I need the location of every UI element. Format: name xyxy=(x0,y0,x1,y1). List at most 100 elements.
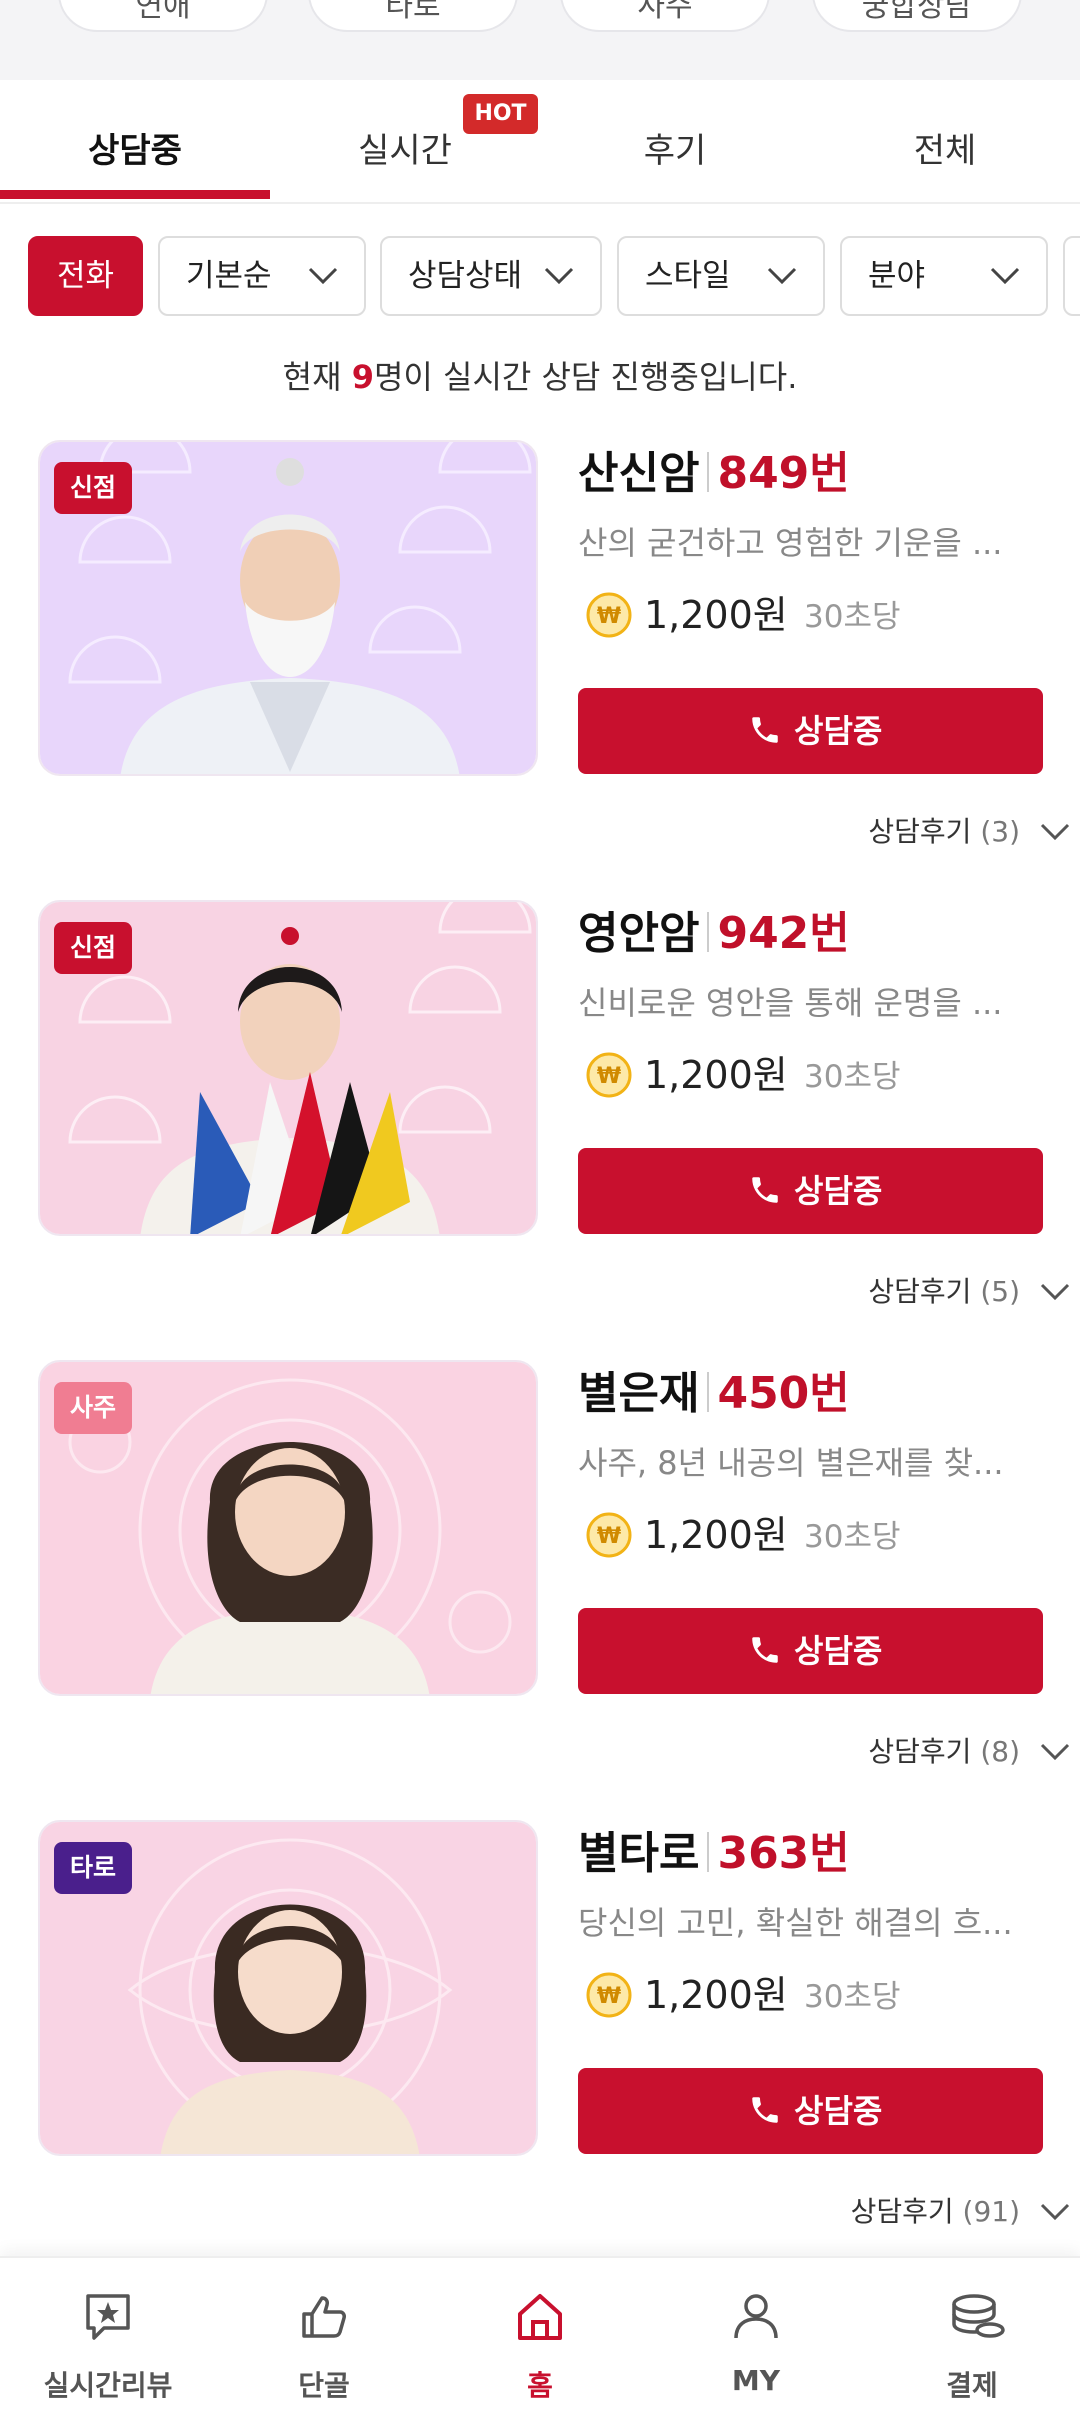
counselor-card[interactable]: 사주 별은재 450번 사주, 8년 내공의 별은재를 찾... ₩ 1,200원… xyxy=(0,1360,1080,1820)
counselor-name: 영안암 942번 xyxy=(578,908,850,959)
thumbs-up-icon xyxy=(302,2296,346,2338)
tab-all[interactable]: 전체 xyxy=(810,80,1080,202)
review-count: (3) xyxy=(980,815,1020,848)
counselor-photo[interactable]: 신점 xyxy=(38,440,538,776)
svg-text:₩: ₩ xyxy=(597,1984,621,2009)
won-coin-icon: ₩ xyxy=(586,592,632,638)
home-icon xyxy=(518,2294,562,2340)
counselor-name: 산신암 849번 xyxy=(578,448,850,499)
nav-my[interactable]: MY xyxy=(648,2258,864,2424)
svg-text:₩: ₩ xyxy=(597,1064,621,1089)
svg-text:₩: ₩ xyxy=(597,1524,621,1549)
review-count: (5) xyxy=(980,1275,1020,1308)
category-pill[interactable]: 타로 xyxy=(308,0,518,32)
review-toggle[interactable]: 상담후기 (91) xyxy=(851,2188,1070,2236)
review-toggle[interactable]: 상담후기 (8) xyxy=(868,1728,1070,1776)
phone-icon xyxy=(752,717,778,743)
category-badge: 사주 xyxy=(54,1382,133,1434)
chevron-down-icon xyxy=(1040,2203,1070,2221)
review-count: (8) xyxy=(980,1735,1020,1768)
chevron-down-icon xyxy=(990,267,1020,285)
counselor-card[interactable]: 타로 별타로 363번 당신의 고민, 확실한 해결의 흐... ₩ 1,200원… xyxy=(0,1820,1080,2280)
phone-filter-label: 전화 xyxy=(56,258,115,294)
category-pill-strip: 연애 타로 사주 궁합상담 xyxy=(0,0,1080,80)
phone-filter-button[interactable]: 전화 xyxy=(28,236,143,316)
counselor-description: 사주, 8년 내공의 별은재를 찾... xyxy=(578,1444,1004,1482)
category-badge: 타로 xyxy=(54,1842,133,1894)
price-value: 1,200원 xyxy=(644,1053,788,1097)
field-dropdown[interactable]: 분야 xyxy=(840,236,1048,316)
nav-label: 결제 xyxy=(946,2369,998,2402)
category-pill[interactable]: 궁합상담 xyxy=(812,0,1022,32)
counselor-name: 별타로 363번 xyxy=(578,1828,850,1879)
counselor-photo[interactable]: 사주 xyxy=(38,1360,538,1696)
price-value: 1,200원 xyxy=(644,1513,788,1557)
nav-payment[interactable]: 결제 xyxy=(864,2258,1080,2424)
tab-bar: 상담중 실시간 후기 전체 xyxy=(0,80,1080,204)
price-value: 1,200원 xyxy=(644,593,788,637)
review-toggle[interactable]: 상담후기 (5) xyxy=(868,1268,1070,1316)
price-unit: 30초당 xyxy=(804,1519,901,1555)
nav-home[interactable]: 홈 xyxy=(432,2258,648,2424)
filter-bar: 전화 기본순 상담상태 스타일 분야 xyxy=(0,236,1080,320)
tab-reviews[interactable]: 후기 xyxy=(540,80,810,202)
field-dropdown-label: 분야 xyxy=(868,258,926,294)
sort-dropdown-label: 기본순 xyxy=(186,258,272,294)
consult-status-button[interactable]: 상담중 xyxy=(578,1608,1043,1694)
counselor-code: 942번 xyxy=(717,908,850,959)
live-count: 9 xyxy=(351,358,374,396)
consult-status-button[interactable]: 상담중 xyxy=(578,1148,1043,1234)
coins-icon xyxy=(952,2294,1005,2338)
star-chat-icon xyxy=(86,2294,130,2340)
counselor-card[interactable]: 신점 영안암 942번 신비로운 영안을 통해 운명을 ... ₩ 1,200원 … xyxy=(0,900,1080,1360)
tab-consulting[interactable]: 상담중 xyxy=(0,80,270,202)
consult-status-label: 상담중 xyxy=(794,1632,883,1670)
chevron-down-icon xyxy=(1040,823,1070,841)
counselor-description: 당신의 고민, 확실한 해결의 흐... xyxy=(578,1904,1013,1942)
counselor-name: 별은재 450번 xyxy=(578,1368,850,1419)
consult-status-label: 상담중 xyxy=(794,712,883,750)
sort-dropdown[interactable]: 기본순 xyxy=(158,236,366,316)
counselor-photo[interactable]: 타로 xyxy=(38,1820,538,2156)
category-badge: 신점 xyxy=(54,922,133,974)
nav-favorites[interactable]: 단골 xyxy=(216,2258,432,2424)
won-coin-icon: ₩ xyxy=(586,1052,632,1098)
counselor-code: 849번 xyxy=(717,448,850,499)
won-coin-icon: ₩ xyxy=(586,1972,632,2018)
more-filter-dropdown[interactable] xyxy=(1063,236,1080,316)
consult-status-button[interactable]: 상담중 xyxy=(578,688,1043,774)
phone-icon xyxy=(752,1177,778,1203)
consult-status-label: 상담중 xyxy=(794,1172,883,1210)
category-pill[interactable]: 연애 xyxy=(58,0,268,32)
nav-label: 실시간리뷰 xyxy=(43,2369,173,2402)
chevron-down-icon xyxy=(1040,1743,1070,1761)
nav-label: 단골 xyxy=(298,2369,350,2402)
style-dropdown-label: 스타일 xyxy=(645,258,731,294)
phone-icon xyxy=(752,2097,778,2123)
review-toggle[interactable]: 상담후기 (3) xyxy=(868,808,1070,856)
status-dropdown-label: 상담상태 xyxy=(408,258,523,294)
hot-badge: HOT xyxy=(463,94,538,134)
style-dropdown[interactable]: 스타일 xyxy=(617,236,825,316)
category-badge: 신점 xyxy=(54,462,133,514)
consult-status-label: 상담중 xyxy=(794,2092,883,2130)
svg-text:₩: ₩ xyxy=(597,604,621,629)
counselor-photo[interactable]: 신점 xyxy=(38,900,538,1236)
price-unit: 30초당 xyxy=(804,599,901,635)
bottom-navigation: 실시간리뷰 단골 홈 MY 결제 xyxy=(0,2256,1080,2424)
review-count: (91) xyxy=(962,2195,1020,2228)
nav-label: 홈 xyxy=(527,2369,553,2402)
counselor-card[interactable]: 신점 산신암 849번 산의 굳건하고 영험한 기운을 ... ₩ 1,200원 … xyxy=(0,440,1080,900)
consult-status-button[interactable]: 상담중 xyxy=(578,2068,1043,2154)
won-coin-icon: ₩ xyxy=(586,1512,632,1558)
status-dropdown[interactable]: 상담상태 xyxy=(380,236,602,316)
category-pill[interactable]: 사주 xyxy=(560,0,770,32)
live-status-text: 현재 9명이 실시간 상담 진행중입니다. xyxy=(282,358,798,396)
person-icon xyxy=(734,2294,778,2339)
phone-icon xyxy=(752,1637,778,1663)
nav-realtime-review[interactable]: 실시간리뷰 xyxy=(0,2258,216,2424)
counselor-description: 신비로운 영안을 통해 운명을 ... xyxy=(578,984,1003,1022)
price-unit: 30초당 xyxy=(804,1979,901,2015)
counselor-code: 363번 xyxy=(717,1828,850,1879)
counselor-description: 산의 굳건하고 영험한 기운을 ... xyxy=(578,524,1003,562)
